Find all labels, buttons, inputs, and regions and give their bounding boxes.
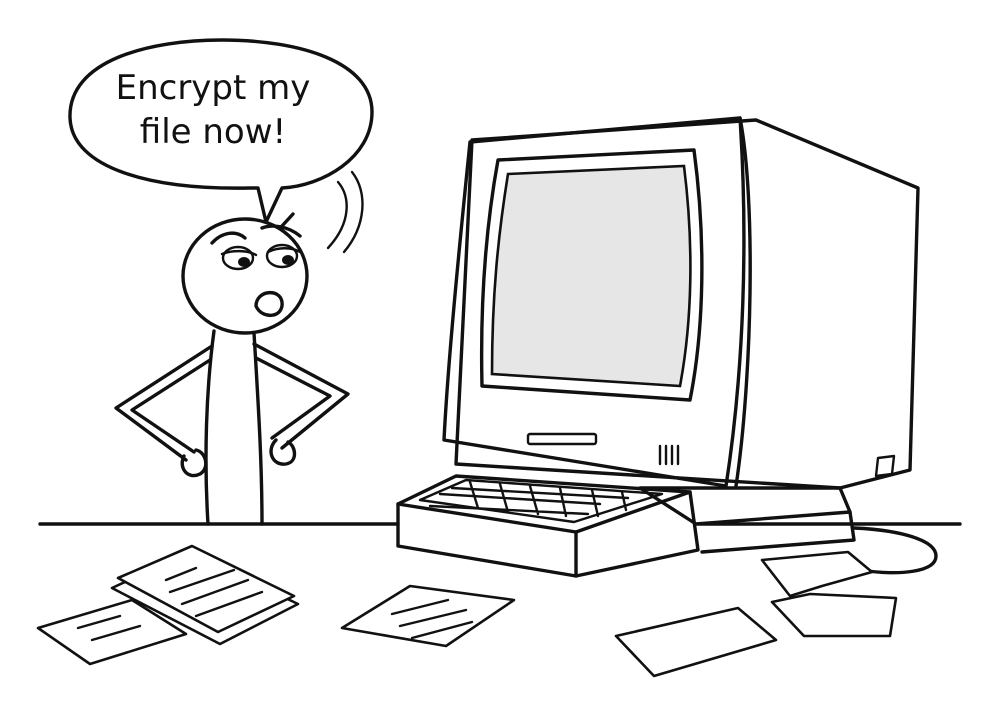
speech-line-1: Encrypt my [115, 68, 311, 108]
keyboard [396, 474, 700, 578]
computer [442, 116, 938, 575]
floppy-slot [526, 432, 598, 446]
monitor-screen [490, 164, 692, 388]
stick-figure [114, 212, 350, 526]
scattered-papers [36, 544, 898, 678]
speech-line-2: file now! [139, 112, 287, 152]
annoyance-lines [326, 170, 364, 254]
speech-bubble-text: Encrypt my file now! [78, 66, 348, 154]
